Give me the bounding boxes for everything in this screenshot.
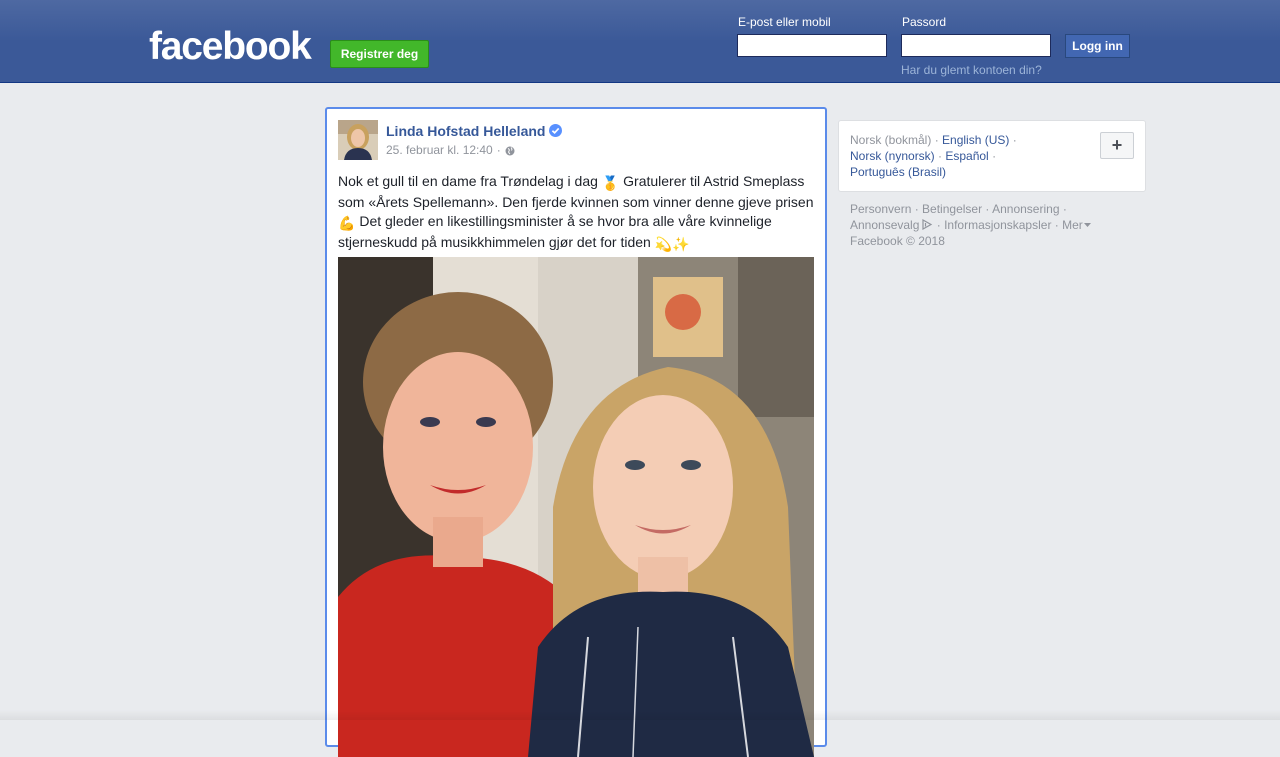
- top-bar: facebook Registrer deg E-post eller mobi…: [0, 0, 1280, 83]
- language-option[interactable]: English (US): [942, 133, 1009, 147]
- footer-link-cookies[interactable]: Informasjonskapsler: [944, 218, 1051, 232]
- email-input[interactable]: [737, 34, 887, 57]
- login-button[interactable]: Logg inn: [1065, 34, 1130, 58]
- post-timestamp[interactable]: 25. februar kl. 12:40: [386, 143, 493, 157]
- password-label: Passord: [902, 15, 947, 29]
- facebook-logo[interactable]: facebook: [149, 24, 312, 70]
- copyright: Facebook © 2018: [850, 234, 945, 248]
- forgot-account-link[interactable]: Har du glemt kontoen din?: [901, 63, 1042, 77]
- footer-link-terms[interactable]: Betingelser: [922, 202, 982, 216]
- caret-down-icon[interactable]: [1083, 218, 1091, 232]
- current-language: Norsk (bokmål): [850, 133, 932, 147]
- globe-icon[interactable]: [505, 145, 515, 156]
- footer-link-privacy[interactable]: Personvern: [850, 202, 911, 216]
- footer-link-adchoices[interactable]: Annonsevalg: [850, 218, 919, 232]
- meta-separator: ·: [496, 143, 501, 157]
- adchoices-icon[interactable]: [919, 218, 933, 232]
- post-message: Nok et gull til en dame fra Trøndelag i …: [338, 172, 816, 254]
- post-author-name[interactable]: Linda Hofstad Helleland: [386, 123, 545, 139]
- footer-link-more[interactable]: Mer: [1062, 218, 1083, 232]
- language-option[interactable]: Español: [945, 149, 988, 163]
- language-option[interactable]: Português (Brasil): [850, 165, 946, 179]
- medal-emoji-icon: 🥇: [601, 175, 620, 191]
- flexed-biceps-emoji-icon: 💪: [338, 215, 356, 231]
- verified-badge-icon: [549, 124, 562, 137]
- post-photo[interactable]: [338, 257, 814, 757]
- post-text-part: Nok et gull til en dame fra Trøndelag i …: [338, 173, 602, 189]
- more-languages-button[interactable]: +: [1100, 132, 1134, 159]
- photo-image: [338, 257, 814, 757]
- post-text-part: Det gleder en likestillingsminister å se…: [338, 213, 772, 250]
- avatar-image: [338, 120, 378, 160]
- bottom-shadow: [0, 710, 1280, 720]
- language-list: Norsk (bokmål) · English (US) · Norsk (n…: [850, 133, 1017, 179]
- email-label: E-post eller mobil: [738, 15, 831, 29]
- sparkles-emoji-icon: 💫✨: [654, 236, 690, 252]
- post-meta: 25. februar kl. 12:40 ·: [386, 143, 515, 157]
- register-button[interactable]: Registrer deg: [330, 40, 429, 68]
- footer-links: Personvern · Betingelser · Annonsering ·…: [850, 201, 1140, 249]
- language-option[interactable]: Norsk (nynorsk): [850, 149, 935, 163]
- footer-link-advertising[interactable]: Annonsering: [992, 202, 1059, 216]
- post-card: Linda Hofstad Helleland 25. februar kl. …: [325, 107, 827, 757]
- language-selector-box: Norsk (bokmål) · English (US) · Norsk (n…: [838, 120, 1146, 192]
- password-input[interactable]: [901, 34, 1051, 57]
- author-avatar[interactable]: [338, 120, 378, 160]
